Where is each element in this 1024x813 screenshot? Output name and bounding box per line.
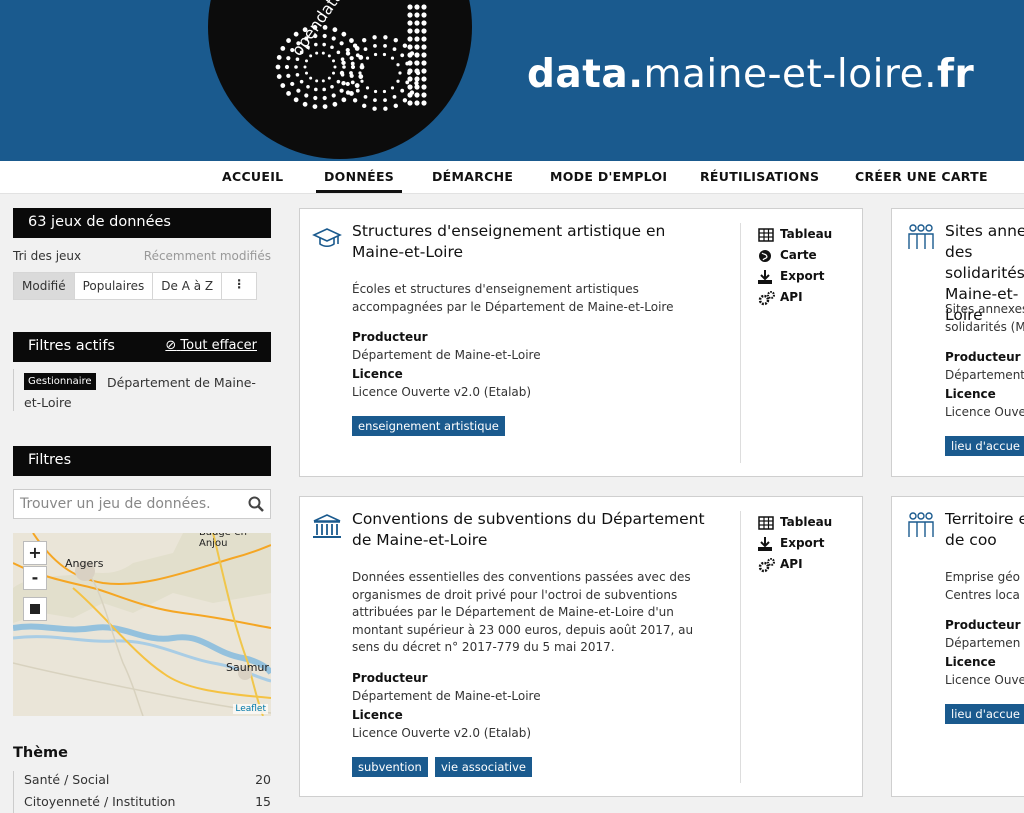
keyword-tag[interactable]: lieu d'accue bbox=[945, 436, 1024, 456]
search-placeholder: Trouver un jeu de données. bbox=[20, 496, 211, 512]
sort-label: Tri des jeux bbox=[13, 249, 82, 263]
theme-title: Thème bbox=[13, 745, 68, 761]
draw-square-button[interactable] bbox=[23, 597, 47, 621]
search-input[interactable]: Trouver un jeu de données. bbox=[13, 489, 271, 519]
clear-all-link[interactable]: ⊘ Tout effacer bbox=[165, 338, 257, 353]
opendata-logo-icon: opendata bbox=[275, 0, 427, 111]
dataset-title[interactable]: Structures d'enseignement artistique en … bbox=[352, 221, 712, 263]
globe-icon bbox=[759, 250, 771, 262]
active-filters-title: Filtres actifs bbox=[28, 338, 115, 354]
sort-populaires[interactable]: Populaires bbox=[75, 273, 154, 299]
site-title[interactable]: data.maine-et-loire.fr bbox=[527, 52, 974, 97]
dataset-description: Écoles et structures d'enseignement arti… bbox=[352, 282, 674, 314]
dataset-title[interactable]: Conventions de subventions du Départemen… bbox=[352, 509, 712, 551]
dataset-card[interactable]: Sites annexes des solidarités en Maine-e… bbox=[891, 208, 1024, 477]
theme-item[interactable]: Citoyenneté / Institution 15 bbox=[24, 794, 271, 809]
keyword-tag[interactable]: vie associative bbox=[435, 757, 532, 777]
license-value: Licence Ouve bbox=[945, 673, 1024, 687]
clear-icon: ⊘ bbox=[165, 338, 177, 353]
table-icon bbox=[758, 228, 774, 242]
sort-more-button[interactable]: ⋮ bbox=[222, 273, 256, 299]
map-label-bauge: Baugé-en-Anjou bbox=[199, 533, 251, 549]
dataset-description: Sites annexes des solidarités (M bbox=[945, 302, 1024, 334]
dataset-card[interactable]: Conventions de subventions du Départemen… bbox=[299, 496, 863, 797]
nav-reutilisations[interactable]: RÉUTILISATIONS bbox=[700, 169, 819, 184]
map-label-angers: Angers bbox=[65, 557, 104, 570]
download-icon bbox=[758, 537, 772, 551]
download-icon bbox=[758, 270, 772, 284]
theme-item[interactable]: Santé / Social 20 bbox=[24, 772, 271, 787]
keyword-tag[interactable]: lieu d'accue bbox=[945, 704, 1024, 724]
license-value: Licence Ouverte v2.0 (Etalab) bbox=[352, 726, 532, 740]
card-divider bbox=[740, 511, 741, 783]
dataset-card[interactable]: Structures d'enseignement artistique en … bbox=[299, 208, 863, 477]
logo-text: opendata bbox=[287, 0, 346, 59]
zoom-out-button[interactable]: - bbox=[23, 566, 47, 590]
main-nav: ACCUEIL DONNÉES DÉMARCHE MODE D'EMPLOI R… bbox=[0, 161, 1024, 194]
license-value: Licence Ouverte v2.0 (Etalab) bbox=[352, 385, 532, 399]
keyword-tag[interactable]: subvention bbox=[352, 757, 428, 777]
keyword-tag[interactable]: enseignement artistique bbox=[352, 416, 505, 436]
table-icon bbox=[758, 516, 774, 530]
filter-divider bbox=[13, 369, 14, 411]
producer-label: Producteur bbox=[945, 618, 1021, 632]
dataset-card[interactable]: Territoire et de coo Emprise géo Centres… bbox=[891, 496, 1024, 797]
institution-icon bbox=[313, 514, 341, 538]
dataset-description: Emprise géo Centres loca bbox=[945, 570, 1020, 602]
nav-accueil[interactable]: ACCUEIL bbox=[222, 169, 283, 184]
license-value: Licence Ouve bbox=[945, 405, 1024, 419]
nav-donnees[interactable]: DONNÉES bbox=[315, 169, 403, 193]
dataset-title[interactable]: Territoire et de coo bbox=[945, 509, 1024, 551]
producer-label: Producteur bbox=[945, 350, 1021, 364]
map-label-saumur: Saumur bbox=[226, 661, 269, 674]
producer-value: Département de Maine-et-Loire bbox=[352, 348, 541, 362]
opendata-logo[interactable]: opendata bbox=[208, 0, 472, 159]
gears-icon bbox=[758, 291, 775, 306]
producer-value: Département de Maine-et-Loire bbox=[352, 689, 541, 703]
sort-options: Modifié Populaires De A à Z ⋮ bbox=[13, 272, 258, 300]
license-label: Licence bbox=[945, 387, 996, 401]
square-icon bbox=[30, 604, 40, 614]
license-label: Licence bbox=[352, 708, 403, 722]
map-widget[interactable]: + - Angers Saumur Baugé-en-Anjou Leaflet bbox=[13, 533, 271, 716]
search-icon[interactable] bbox=[248, 496, 264, 512]
sort-current: Récemment modifiés bbox=[143, 249, 271, 263]
map-tiles bbox=[13, 533, 271, 716]
dataset-count: 63 jeux de données bbox=[13, 208, 271, 238]
license-label: Licence bbox=[945, 655, 996, 669]
dataset-description: Données essentielles des conventions pas… bbox=[352, 570, 694, 654]
nav-demarche[interactable]: DÉMARCHE bbox=[432, 169, 513, 184]
people-icon bbox=[908, 224, 934, 249]
card-divider bbox=[740, 223, 741, 463]
gears-icon bbox=[758, 558, 775, 573]
theme-divider bbox=[13, 771, 14, 813]
people-icon bbox=[908, 512, 934, 537]
producer-value: Départemen bbox=[945, 636, 1021, 650]
sidebar: 63 jeux de données Tri des jeux Récemmen… bbox=[0, 194, 285, 813]
active-filters-bar: Filtres actifs ⊘ Tout effacer bbox=[13, 332, 271, 362]
filter-tag[interactable]: Gestionnaire bbox=[24, 373, 96, 390]
sort-modifie[interactable]: Modifié bbox=[14, 273, 75, 299]
license-label: Licence bbox=[352, 367, 403, 381]
zoom-in-button[interactable]: + bbox=[23, 541, 47, 565]
leaflet-attribution[interactable]: Leaflet bbox=[233, 704, 268, 714]
nav-creer-carte[interactable]: CRÉER UNE CARTE bbox=[855, 169, 988, 184]
producer-value: Département bbox=[945, 368, 1024, 382]
site-header: opendata data.maine-et-loire.fr bbox=[0, 0, 1024, 161]
sort-alpha[interactable]: De A à Z bbox=[153, 273, 223, 299]
producer-label: Producteur bbox=[352, 671, 428, 685]
producer-label: Producteur bbox=[352, 330, 428, 344]
filters-title: Filtres bbox=[13, 446, 271, 476]
graduation-cap-icon bbox=[312, 228, 342, 248]
nav-mode-emploi[interactable]: MODE D'EMPLOI bbox=[550, 169, 667, 184]
